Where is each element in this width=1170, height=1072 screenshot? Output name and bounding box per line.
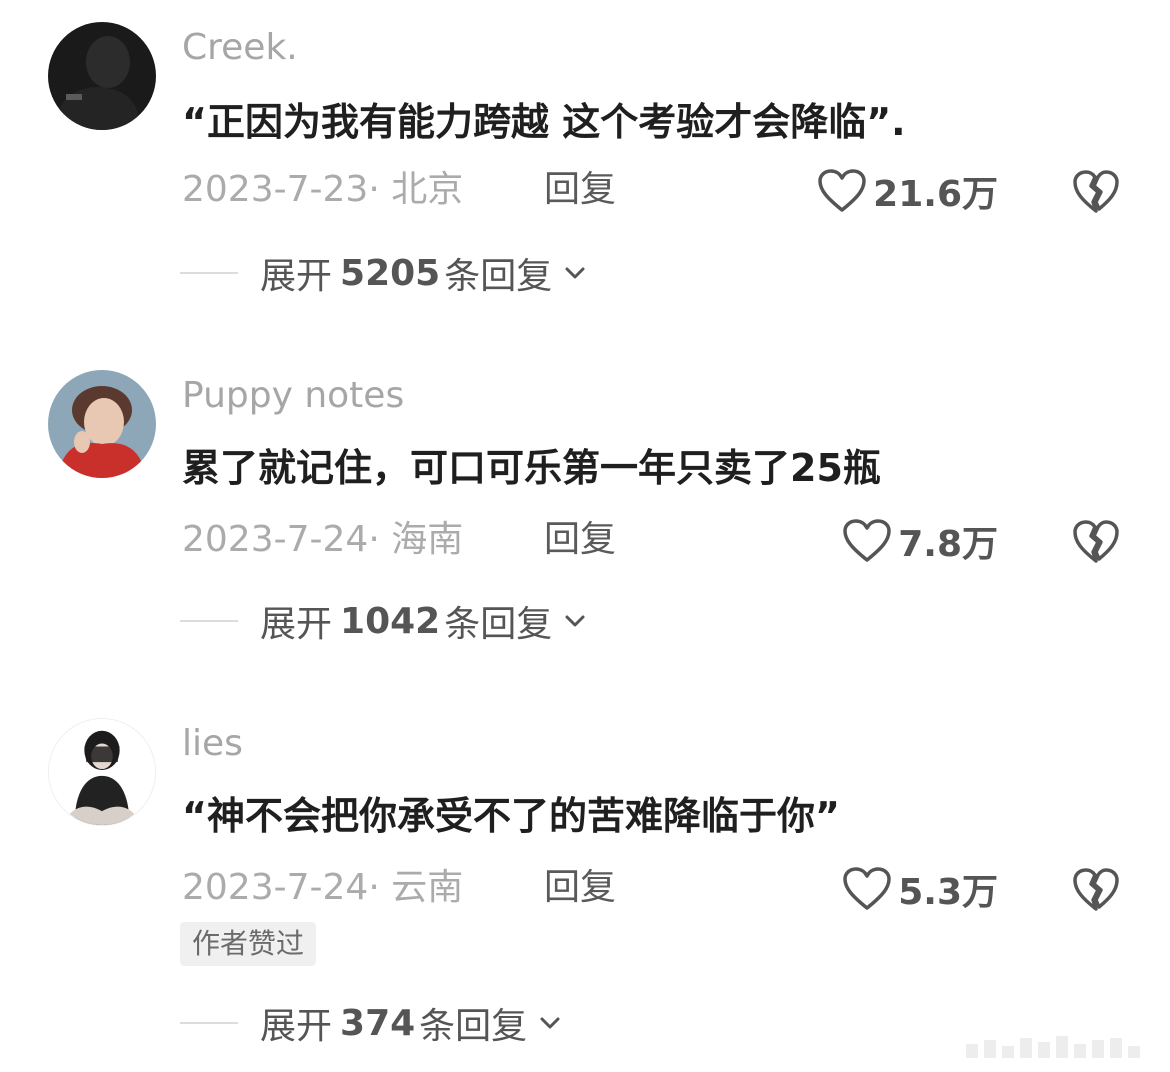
comment-meta: 2023-7-24· 海南 <box>182 518 463 562</box>
author-liked-badge: 作者赞过 <box>180 922 317 966</box>
reply-count: 1042 <box>340 600 441 642</box>
comment-meta: 2023-7-24· 云南 <box>182 866 463 910</box>
expand-replies-button[interactable]: 展开 5205 条回复 <box>180 248 588 298</box>
expand-replies-button[interactable]: 展开 374 条回复 <box>180 998 563 1048</box>
broken-heart-icon[interactable] <box>1072 866 1120 914</box>
expand-suffix: 条回复 <box>419 1006 528 1047</box>
username[interactable]: Creek. <box>182 28 298 68</box>
reply-button[interactable]: 回复 <box>544 518 616 562</box>
comment-text: “神不会把你承受不了的苦难降临于你” <box>182 794 840 838</box>
comment-location: 云南 <box>391 867 464 908</box>
divider-line <box>180 620 238 622</box>
chevron-down-icon <box>565 267 585 279</box>
comment-date: 2023-7-24 <box>182 867 369 908</box>
expand-prefix: 展开 <box>260 256 333 297</box>
expand-suffix: 条回复 <box>444 256 553 297</box>
like-button[interactable]: 5.3万 <box>842 864 998 914</box>
username[interactable]: Puppy notes <box>182 376 404 416</box>
reply-button[interactable]: 回复 <box>544 866 616 910</box>
watermark <box>966 1036 1156 1058</box>
comment-date: 2023-7-23 <box>182 169 369 210</box>
like-button[interactable]: 7.8万 <box>842 516 998 566</box>
expand-prefix: 展开 <box>260 1006 333 1047</box>
comment-date: 2023-7-24 <box>182 519 369 560</box>
comment-location: 北京 <box>391 169 464 210</box>
avatar[interactable] <box>48 370 156 478</box>
heart-outline-icon <box>843 519 891 562</box>
meta-separator: · <box>368 519 380 560</box>
heart-outline-icon <box>843 867 891 910</box>
chevron-down-icon <box>540 1017 560 1029</box>
like-count: 21.6万 <box>873 174 998 215</box>
like-count: 7.8万 <box>898 524 998 565</box>
divider-line <box>180 272 238 274</box>
comment-text: “正因为我有能力跨越 这个考验才会降临”. <box>182 100 906 144</box>
username[interactable]: lies <box>182 724 243 764</box>
chevron-down-icon <box>565 615 585 627</box>
comment-meta: 2023-7-23· 北京 <box>182 168 463 212</box>
avatar[interactable] <box>48 22 156 130</box>
heart-outline-icon <box>818 169 866 212</box>
expand-prefix: 展开 <box>260 604 333 645</box>
comment-text: 累了就记住，可口可乐第一年只卖了25瓶 <box>182 446 881 490</box>
broken-heart-icon[interactable] <box>1072 168 1120 216</box>
meta-separator: · <box>368 867 380 908</box>
comment-location: 海南 <box>391 519 464 560</box>
like-button[interactable]: 21.6万 <box>817 166 998 216</box>
avatar[interactable] <box>48 718 156 826</box>
reply-count: 374 <box>340 1002 416 1044</box>
broken-heart-icon[interactable] <box>1072 518 1120 566</box>
divider-line <box>180 1022 238 1024</box>
expand-replies-button[interactable]: 展开 1042 条回复 <box>180 596 588 646</box>
expand-suffix: 条回复 <box>444 604 553 645</box>
comment-list: Creek. “正因为我有能力跨越 这个考验才会降临”. 2023-7-23· … <box>0 0 1170 1072</box>
reply-count: 5205 <box>340 252 441 294</box>
meta-separator: · <box>368 169 380 210</box>
reply-button[interactable]: 回复 <box>544 168 616 212</box>
like-count: 5.3万 <box>898 872 998 913</box>
